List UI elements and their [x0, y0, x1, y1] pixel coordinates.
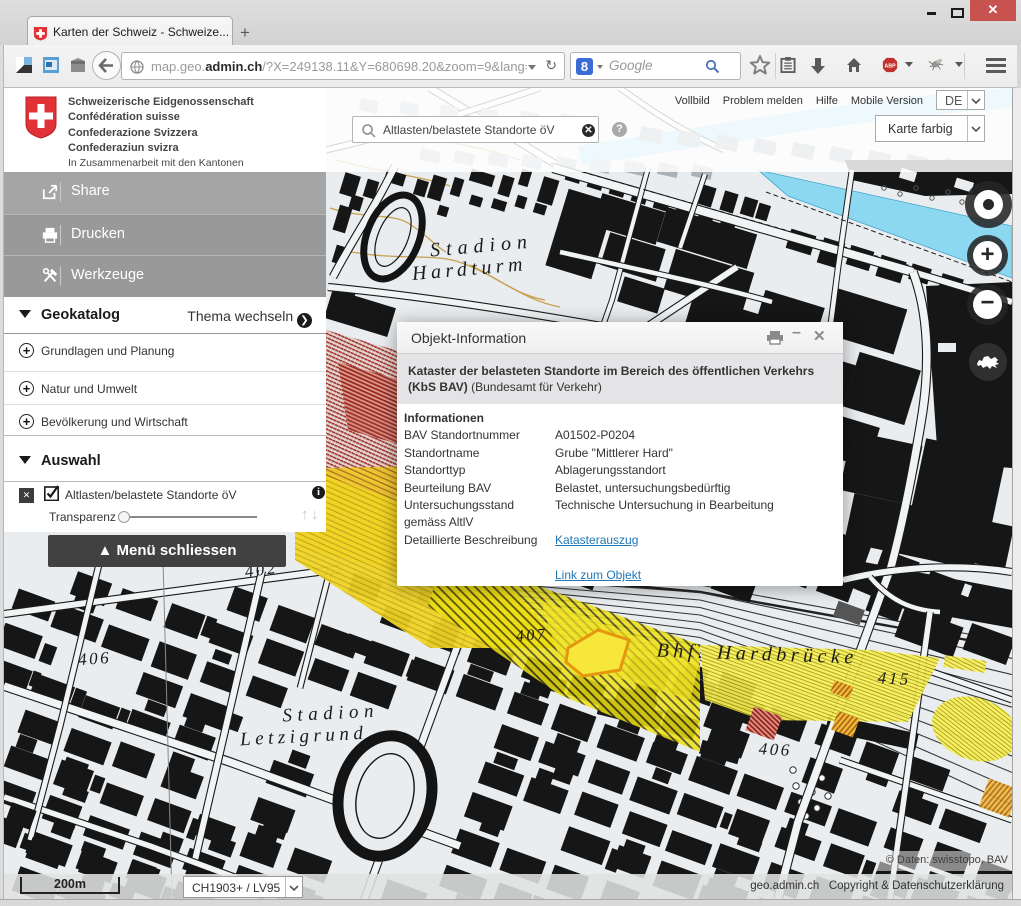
- svg-text:406: 406: [758, 739, 792, 760]
- svg-text:ABP: ABP: [884, 64, 896, 70]
- svg-text:407: 407: [515, 626, 548, 645]
- svg-text:406: 406: [77, 648, 111, 669]
- svg-text:415: 415: [877, 668, 911, 689]
